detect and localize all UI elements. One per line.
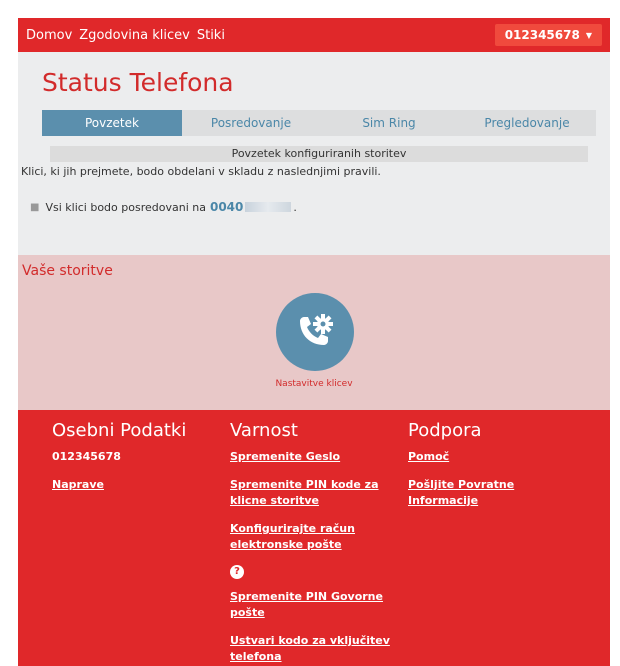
send-feedback-link[interactable]: Pošljite Povratne Informacije (408, 477, 578, 509)
help-link[interactable]: Pomoč (408, 449, 578, 465)
account-number: 012345678 (504, 28, 580, 42)
devices-link[interactable]: Naprave (52, 477, 232, 493)
forwarding-number: 0040 (209, 200, 244, 214)
tab-summary[interactable]: Povzetek (42, 110, 182, 136)
configure-email-account-link[interactable]: Konfigurirajte račun elektronske pošte (230, 521, 395, 553)
call-settings-button[interactable] (276, 293, 354, 371)
create-phone-activation-code-link[interactable]: Ustvari kodo za vključitev telefona (230, 633, 395, 665)
tab-forwarding[interactable]: Posredovanje (182, 110, 320, 136)
nav-contacts-link[interactable]: Stiki (197, 28, 225, 43)
chevron-down-icon: ▼ (585, 30, 592, 40)
top-navigation-bar: Domov Zgodovina klicev Stiki 012345678 ▼ (18, 18, 610, 52)
status-tabs: Povzetek Posredovanje Sim Ring Pregledov… (42, 110, 596, 136)
change-password-link[interactable]: Spremenite Geslo (230, 449, 395, 465)
footer: Osebni Podatki 012345678 Naprave Varnost… (18, 410, 610, 666)
phone-gear-icon (300, 314, 333, 345)
forwarding-rule-text: Vsi klici bodo posredovani na (45, 200, 206, 214)
services-section: Vaše storitve Nastavitve klicev (18, 255, 610, 410)
services-title: Vaše storitve (22, 263, 113, 279)
call-settings-label: Nastavitve klicev (275, 379, 353, 389)
nav-home-link[interactable]: Domov (26, 28, 72, 43)
app-frame: Domov Zgodovina klicev Stiki 012345678 ▼… (18, 18, 610, 666)
forwarding-rule: ■ Vsi klici bodo posredovani na 0040 . (30, 200, 297, 214)
tab-sim-ring[interactable]: Sim Ring (320, 110, 458, 136)
support-heading: Podpora (408, 420, 482, 441)
bullet-icon: ■ (30, 201, 40, 213)
help-icon[interactable]: ? (230, 565, 244, 579)
summary-header: Povzetek konfiguriranih storitev (50, 146, 588, 162)
rules-description: Klici, ki jih prejmete, bodo obdelani v … (21, 165, 381, 178)
forwarding-rule-suffix: . (293, 200, 297, 214)
phone-status-section: Status Telefona Povzetek Posredovanje Si… (18, 52, 610, 255)
nav-call-history-link[interactable]: Zgodovina klicev (79, 28, 190, 43)
personal-phone-number: 012345678 (52, 450, 121, 463)
security-heading: Varnost (230, 420, 298, 441)
redacted-number-blur (245, 202, 292, 212)
support-column: Podpora Pomoč Pošljite Povratne Informac… (408, 420, 578, 521)
personal-info-heading: Osebni Podatki (52, 420, 187, 441)
security-column: Varnost Spremenite Geslo Spremenite PIN … (230, 420, 395, 666)
personal-info-column: Osebni Podatki 012345678 Naprave (52, 420, 232, 505)
change-voicemail-pin-link[interactable]: Spremenite PIN Govorne pošte (230, 589, 395, 621)
tab-screening[interactable]: Pregledovanje (458, 110, 596, 136)
page-title: Status Telefona (42, 68, 234, 97)
account-dropdown-button[interactable]: 012345678 ▼ (494, 24, 602, 46)
change-call-service-pin-link[interactable]: Spremenite PIN kode za klicne storitve (230, 477, 395, 509)
